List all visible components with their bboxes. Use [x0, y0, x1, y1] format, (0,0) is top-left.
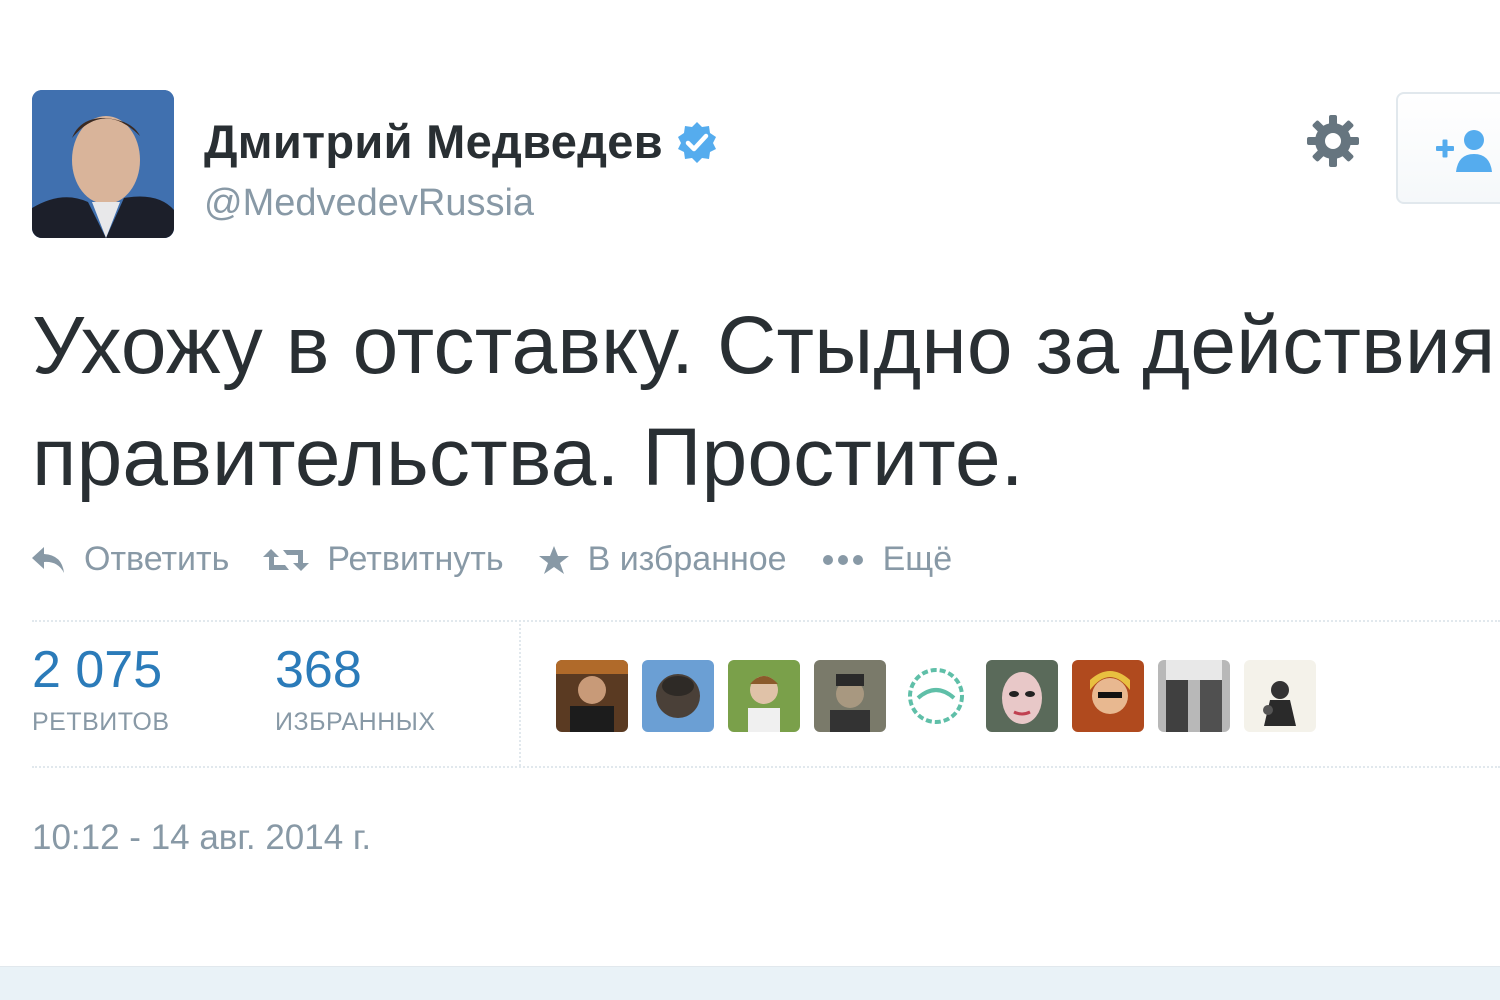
retweet-icon	[263, 548, 310, 571]
retweets-label: РЕТВИТОВ	[32, 708, 170, 736]
follow-user-icon	[1436, 130, 1492, 172]
stats-divider-bottom	[32, 766, 1500, 768]
follow-button[interactable]	[1396, 92, 1500, 204]
retweeter-avatar[interactable]	[642, 660, 714, 732]
more-icon	[822, 554, 863, 565]
retweets-count: 2 075	[32, 641, 163, 699]
profile-avatar[interactable]	[32, 90, 174, 238]
retweet-button[interactable]: Ретвитнуть	[263, 540, 504, 579]
retweeter-avatar[interactable]	[1072, 660, 1144, 732]
avatar-image	[32, 90, 174, 238]
tweet-text-line-1: Ухожу в отставку. Стыдно за действия	[32, 300, 1496, 391]
author-name-row: Дмитрий Медведев	[204, 114, 719, 169]
reply-area-strip	[0, 966, 1500, 1000]
favorites-stat[interactable]: 368 ИЗБРАННЫХ	[275, 640, 436, 737]
gear-icon[interactable]	[1304, 112, 1362, 170]
favorite-label: В избранное	[587, 540, 787, 578]
retweeter-avatar[interactable]	[1244, 660, 1316, 732]
favorites-count: 368	[275, 641, 362, 699]
author-display-name[interactable]: Дмитрий Медведев	[204, 114, 663, 169]
stats-separator	[519, 624, 521, 766]
retweeter-avatar[interactable]	[728, 660, 800, 732]
retweeter-avatar[interactable]	[1158, 660, 1230, 732]
stats-divider-top	[32, 620, 1500, 622]
more-button[interactable]: Ещё	[821, 540, 953, 579]
retweeter-avatars	[556, 660, 1330, 732]
retweet-label: Ретвитнуть	[327, 540, 504, 578]
retweets-stat[interactable]: 2 075 РЕТВИТОВ	[32, 640, 170, 737]
favorites-label: ИЗБРАННЫХ	[275, 708, 436, 736]
retweeter-avatar[interactable]	[900, 660, 972, 732]
retweeter-avatar[interactable]	[556, 660, 628, 732]
star-icon	[538, 545, 569, 574]
author-handle[interactable]: @MedvedevRussia	[204, 182, 534, 225]
tweet-text-line-2: правительства. Простите.	[32, 412, 1024, 503]
reply-icon	[32, 546, 64, 573]
tweet-actions: Ответить Ретвитнуть В избранное Ещё	[30, 540, 986, 579]
favorite-button[interactable]: В избранное	[538, 540, 787, 579]
retweeter-avatar[interactable]	[814, 660, 886, 732]
retweeter-avatar[interactable]	[986, 660, 1058, 732]
reply-button[interactable]: Ответить	[30, 540, 229, 579]
tweet-text: Ухожу в отставку. Стыдно за действия пра…	[32, 290, 1500, 514]
reply-label: Ответить	[84, 540, 230, 578]
tweet-timestamp[interactable]: 10:12 - 14 авг. 2014 г.	[32, 818, 371, 858]
verified-badge-icon	[675, 120, 719, 164]
more-label: Ещё	[882, 540, 953, 578]
